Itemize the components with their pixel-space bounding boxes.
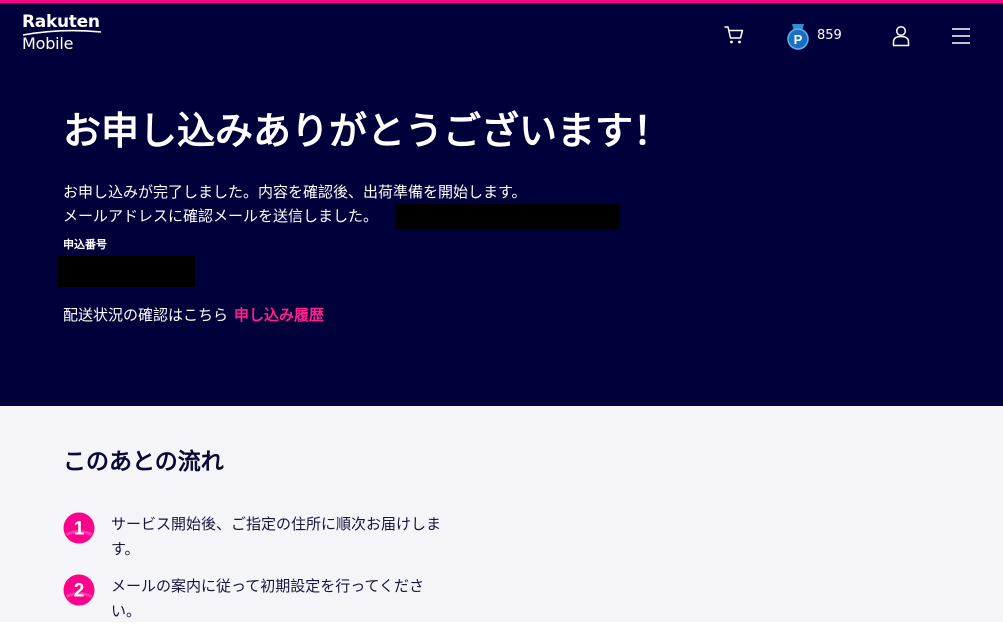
points-balance[interactable]: 859: [817, 28, 842, 44]
delivery-status-line: 配送状況の確認はこちら 申し込み履歴: [63, 304, 324, 326]
points-badge-icon[interactable]: P: [787, 24, 809, 50]
step-item: 1 サービス開始後、ご指定の住所に順次お届けします。: [63, 506, 463, 566]
delivery-status-text: 配送状況の確認はこちら: [63, 306, 229, 324]
cart-icon[interactable]: [724, 25, 744, 45]
step-1-text: サービス開始後、ご指定の住所に順次お届けします。: [111, 515, 442, 558]
step-number-2: 2: [74, 581, 85, 602]
points-badge-letter: P: [794, 32, 803, 47]
step-number-1: 1: [74, 519, 85, 540]
order-number-label: 申込番号: [63, 238, 107, 251]
step-number-1-icon: 1: [63, 512, 95, 544]
page-title: お申し込みありがとうございます！: [63, 109, 672, 153]
hero-section: Rakuten Mobile P 859 お申し込みありがとうございます！ お申…: [0, 3, 1003, 406]
menu-icon[interactable]: [951, 27, 971, 45]
user-icon[interactable]: [891, 25, 911, 47]
step-number-2-icon: 2: [63, 574, 95, 606]
next-steps-section: このあとの流れ 1 サービス開始後、ご指定の住所に順次お届けします。 2 メール…: [0, 406, 1003, 622]
order-history-link[interactable]: 申し込み履歴: [234, 306, 324, 324]
logo-product-text: Mobile: [22, 34, 74, 53]
step-2-text: メールの案内に従って初期設定を行ってください。: [111, 577, 425, 620]
redacted-email-address: [395, 204, 620, 229]
completion-message: お申し込みが完了しました。内容を確認後、出荷準備を開始します。: [63, 183, 527, 201]
step-item: 2 メールの案内に従って初期設定を行ってください。: [63, 568, 463, 628]
next-steps-title: このあとの流れ: [63, 449, 224, 475]
email-sent-message: メールアドレスに確認メールを送信しました。: [63, 207, 379, 225]
redacted-order-number: [58, 256, 195, 287]
rakuten-mobile-logo[interactable]: Rakuten Mobile: [22, 12, 112, 56]
